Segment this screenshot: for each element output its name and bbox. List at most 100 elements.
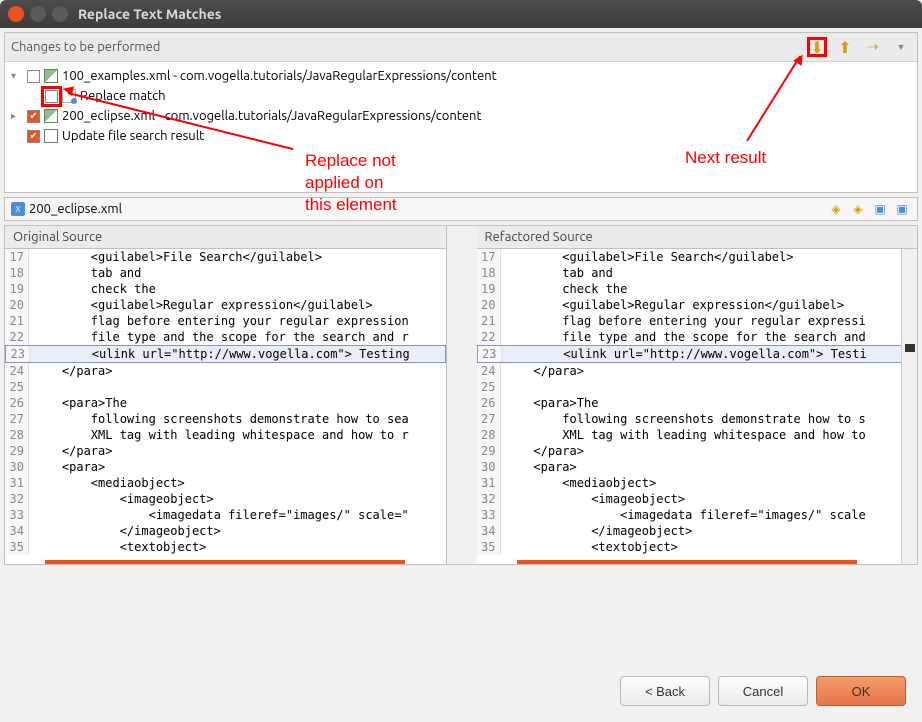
back-button[interactable]: < Back (620, 676, 710, 706)
line-number: 17 (5, 249, 29, 265)
menu-dropdown[interactable]: ▼ (891, 37, 911, 57)
code-line: 20 <guilabel>Regular expression</guilabe… (5, 297, 446, 313)
line-number: 31 (477, 475, 501, 491)
line-number: 30 (5, 459, 29, 475)
code-line: 18 tab and (477, 265, 918, 281)
code-line: 33 <imagedata fileref="images/" scale=" (5, 507, 446, 523)
line-text: <para> (501, 459, 577, 475)
tree-expander[interactable]: ▾ (11, 70, 23, 82)
next-change-button[interactable]: ⬇ (807, 37, 827, 57)
line-number: 23 (478, 346, 502, 362)
tree-checkbox[interactable]: ✔ (27, 130, 40, 143)
ok-button[interactable]: OK (816, 676, 906, 706)
compare-prev-diff-button[interactable]: ◈ (849, 200, 867, 218)
compare-next-diff-button[interactable]: ◈ (827, 200, 845, 218)
changes-header: Changes to be performed ⬇ ⬆ ⇢ ▼ (5, 33, 917, 62)
refactored-code[interactable]: 17 <guilabel>File Search</guilabel>18 ta… (477, 249, 918, 564)
compare-copy-right-button[interactable]: ▣ (893, 200, 911, 218)
compare-copy-left-button[interactable]: ▣ (871, 200, 889, 218)
line-text: <para> (29, 459, 105, 475)
code-line: 34 </imageobject> (477, 523, 918, 539)
code-line: 25 (477, 379, 918, 395)
line-number: 21 (5, 313, 29, 329)
tree-row[interactable]: ▾100_examples.xml - com.vogella.tutorial… (11, 66, 911, 86)
code-line: 22 file type and the scope for the searc… (5, 329, 446, 345)
tree-row[interactable]: ✔Update file search result (11, 126, 911, 146)
line-text: <ulink url="http://www.vogella.com"> Tes… (502, 346, 867, 362)
line-text: <para>The (29, 395, 127, 411)
window-title: Replace Text Matches (78, 6, 221, 22)
line-number: 29 (5, 443, 29, 459)
code-line: 17 <guilabel>File Search</guilabel> (477, 249, 918, 265)
line-text: <ulink url="http://www.vogella.com"> Tes… (30, 346, 410, 362)
line-text: flag before entering your regular expres… (501, 313, 866, 329)
line-text: <imageobject> (501, 491, 686, 507)
refactored-pane: Refactored Source 17 <guilabel>File Sear… (477, 226, 918, 564)
line-text: </para> (501, 443, 584, 459)
file-tab[interactable]: X 200_eclipse.xml (11, 202, 122, 216)
tree-checkbox[interactable] (27, 70, 40, 83)
line-text: XML tag with leading whitespace and how … (29, 427, 409, 443)
code-line: 30 <para> (477, 459, 918, 475)
file-tab-bar: X 200_eclipse.xml ◈ ◈ ▣ ▣ (4, 197, 918, 221)
annotation-next: Next result (685, 148, 766, 168)
filter-button[interactable]: ⇢ (863, 37, 883, 57)
tree-expander[interactable]: ▸ (11, 110, 23, 122)
code-line: 28 XML tag with leading whitespace and h… (5, 427, 446, 443)
code-line: 28 XML tag with leading whitespace and h… (477, 427, 918, 443)
line-text (501, 379, 505, 395)
line-text: <guilabel>File Search</guilabel> (501, 249, 794, 265)
tree-checkbox[interactable] (45, 90, 58, 103)
line-text: </para> (29, 443, 112, 459)
line-number: 24 (5, 363, 29, 379)
line-number: 23 (6, 346, 30, 362)
line-number: 17 (477, 249, 501, 265)
scroll-mark (905, 344, 915, 352)
prev-change-button[interactable]: ⬆ (835, 37, 855, 57)
changes-toolbar: ⬇ ⬆ ⇢ ▼ (807, 37, 911, 57)
scrollbar-thumb[interactable] (45, 560, 405, 564)
code-line: 31 <mediaobject> (477, 475, 918, 491)
tree-checkbox[interactable]: ✔ (27, 110, 40, 123)
line-number: 19 (5, 281, 29, 297)
code-line: 32 <imageobject> (5, 491, 446, 507)
line-number: 18 (5, 265, 29, 281)
line-number: 19 (477, 281, 501, 297)
titlebar: Replace Text Matches (0, 0, 922, 28)
code-line: 29 </para> (5, 443, 446, 459)
changes-title: Changes to be performed (11, 40, 160, 54)
cancel-button[interactable]: Cancel (718, 676, 808, 706)
dialog-content: Changes to be performed ⬇ ⬆ ⇢ ▼ ▾100_exa… (0, 28, 922, 722)
scrollbar-thumb[interactable] (517, 560, 857, 564)
line-number: 28 (5, 427, 29, 443)
line-number: 24 (477, 363, 501, 379)
code-line: 22 file type and the scope for the searc… (477, 329, 918, 345)
original-header: Original Source (5, 226, 446, 249)
line-number: 32 (5, 491, 29, 507)
tree-row[interactable]: ▸✔200_eclipse.xml - com.vogella.tutorial… (11, 106, 911, 126)
line-number: 25 (477, 379, 501, 395)
code-line: 33 <imagedata fileref="images/" scale (477, 507, 918, 523)
line-number: 20 (477, 297, 501, 313)
overview-ruler[interactable] (901, 249, 917, 564)
maximize-icon[interactable] (52, 6, 68, 22)
line-text: following screenshots demonstrate how to… (29, 411, 409, 427)
minimize-icon[interactable] (30, 6, 46, 22)
original-code[interactable]: 17 <guilabel>File Search</guilabel>18 ta… (5, 249, 446, 564)
code-line: 24 </para> (5, 363, 446, 379)
line-number: 35 (477, 539, 501, 555)
file-icon (44, 109, 58, 123)
code-line: 31 <mediaobject> (5, 475, 446, 491)
code-line: 20 <guilabel>Regular expression</guilabe… (477, 297, 918, 313)
changes-tree[interactable]: ▾100_examples.xml - com.vogella.tutorial… (5, 62, 917, 192)
line-number: 22 (5, 329, 29, 345)
line-number: 31 (5, 475, 29, 491)
code-line: 23 <ulink url="http://www.vogella.com"> … (477, 345, 918, 363)
code-line: 35 <textobject> (5, 539, 446, 555)
arrow-up-icon: ⬆ (838, 38, 851, 57)
line-text: tab and (501, 265, 613, 281)
file-tab-label: 200_eclipse.xml (29, 202, 122, 216)
line-text: </imageobject> (501, 523, 693, 539)
close-icon[interactable] (8, 6, 24, 22)
annotation-replace: Replace not applied on this element (305, 150, 397, 216)
